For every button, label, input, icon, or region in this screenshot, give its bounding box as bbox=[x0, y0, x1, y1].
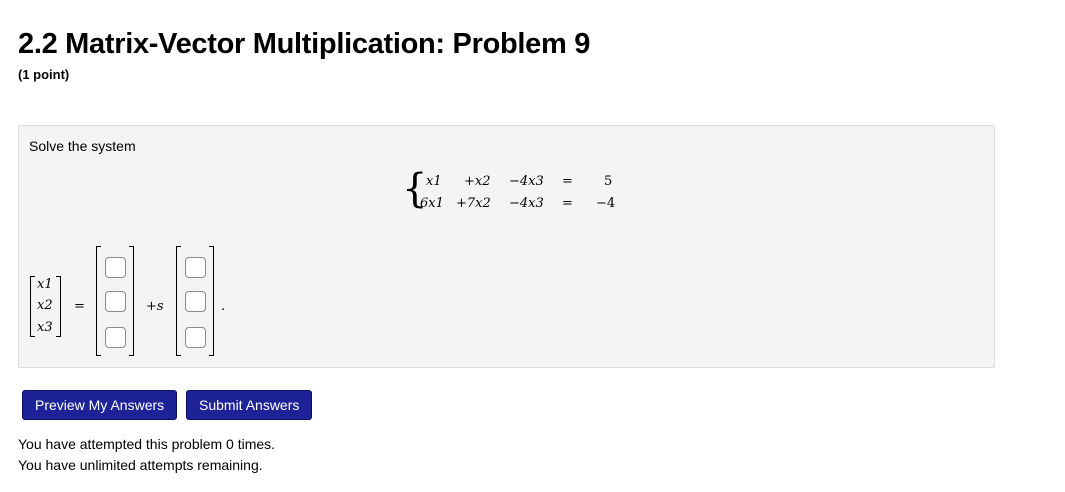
direction-input-3[interactable] bbox=[185, 327, 206, 348]
direction-input-2[interactable] bbox=[185, 291, 206, 312]
eq1-equals: = bbox=[562, 174, 573, 189]
vector-x-bracket-left bbox=[30, 276, 35, 337]
vector-x3: x3 bbox=[37, 320, 53, 335]
eq2-term2: +7x2 bbox=[456, 196, 491, 211]
eq2-term1: 6x1 bbox=[420, 196, 444, 211]
direction-input-1[interactable] bbox=[185, 257, 206, 278]
vector-x1: x1 bbox=[37, 277, 53, 292]
problem-panel: Solve the system { x1 +x2 −4x3 = 5 6x1 +… bbox=[18, 125, 995, 368]
eq1-rhs: 5 bbox=[604, 174, 613, 189]
plus-s: +s bbox=[146, 299, 164, 314]
attempts-text: You have attempted this problem 0 times. bbox=[18, 436, 276, 452]
eq2-term3: −4x3 bbox=[509, 196, 544, 211]
equals-sign: = bbox=[74, 299, 85, 314]
particular-bracket-right bbox=[129, 246, 134, 356]
particular-input-2[interactable] bbox=[105, 291, 126, 312]
eq1-term1: x1 bbox=[426, 174, 442, 189]
remaining-attempts-text: You have unlimited attempts remaining. bbox=[18, 457, 263, 473]
eq1-term3: −4x3 bbox=[509, 174, 544, 189]
problem-points: (1 point) bbox=[18, 67, 70, 82]
instruction-text: Solve the system bbox=[29, 138, 136, 154]
submit-answers-button[interactable]: Submit Answers bbox=[186, 390, 313, 420]
particular-input-3[interactable] bbox=[105, 327, 126, 348]
particular-bracket-left bbox=[96, 246, 101, 356]
direction-bracket-right bbox=[209, 246, 214, 356]
preview-answers-button[interactable]: Preview My Answers bbox=[22, 390, 178, 420]
eq1-term2: +x2 bbox=[464, 174, 491, 189]
vector-x-bracket-right bbox=[56, 276, 61, 337]
equation-system: { x1 +x2 −4x3 = 5 6x1 +7x2 −4x3 = −4 bbox=[402, 167, 617, 215]
problem-title: 2.2 Matrix-Vector Multiplication: Proble… bbox=[18, 28, 591, 60]
eq2-equals: = bbox=[562, 196, 573, 211]
period: . bbox=[221, 299, 226, 314]
direction-bracket-left bbox=[176, 246, 181, 356]
particular-input-1[interactable] bbox=[105, 257, 126, 278]
eq2-rhs: −4 bbox=[596, 196, 616, 211]
vector-x2: x2 bbox=[37, 298, 53, 313]
